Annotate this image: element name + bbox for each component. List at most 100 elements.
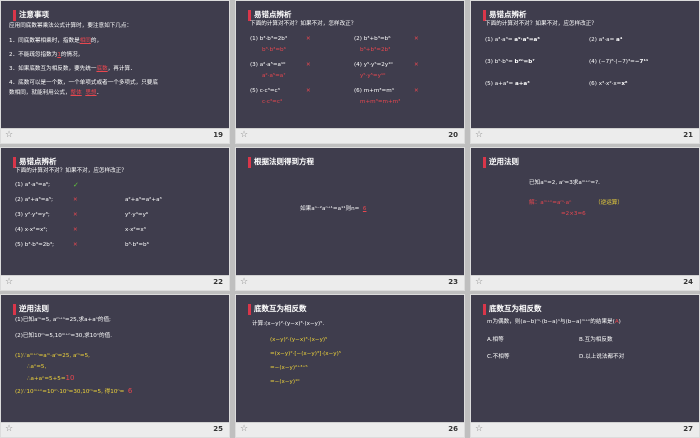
solution-note: （逆运算） xyxy=(595,200,623,206)
slide-thumbnail-27[interactable]: 底数互为相反数 m为偶数，则(a−b)ᵐ·(b−a)ⁿ与(b−a)ᵐ⁺ⁿ的结果是… xyxy=(470,294,700,438)
slide-thumbnail-20[interactable]: 易错点辨析 下面的计算对不对？如果不对，怎样改正？ (1) b³·b³=2b³ … xyxy=(235,0,465,144)
slide-text-line: 2．不能疏忽指数为1的情况， xyxy=(9,52,84,58)
option-b: B.互为相反数 xyxy=(579,337,613,343)
wrong-mark-icon: ✕ xyxy=(306,88,311,94)
slide-footer: ☆ 25 xyxy=(1,422,229,437)
wrong-mark-icon: ✕ xyxy=(414,36,419,42)
item-correction: c·c³=c⁴ xyxy=(262,99,283,105)
item-question: (1) b³·b³=2b³ xyxy=(250,36,288,42)
slide-number: 22 xyxy=(213,278,223,286)
wrong-mark-icon: ✕ xyxy=(73,227,78,233)
slide-thumbnail-26[interactable]: 底数互为相反数 计算:(x−y)²·(y−x)³·(x−y)⁵. (x−y)²·… xyxy=(235,294,465,438)
title-accent-bar xyxy=(248,304,251,315)
item-question: (3) a²·a⁵=a¹⁰ xyxy=(250,62,286,68)
item-correction: a²+a³=a²+a³ xyxy=(125,197,162,203)
solution-step: =−(x−y)²⁺³⁺⁵ xyxy=(270,365,308,371)
star-icon[interactable]: ☆ xyxy=(240,277,248,287)
problem-text: 计算:(x−y)²·(y−x)³·(x−y)⁵. xyxy=(252,321,325,327)
star-icon[interactable]: ☆ xyxy=(240,424,248,434)
slide-question: 下面的计算对不对？如果不对，怎样改正？ xyxy=(250,21,357,27)
item-question: (5) b³·b³=2b³; xyxy=(15,242,54,248)
item-question: (6) m+m³=m⁴ xyxy=(354,88,394,94)
slide-title: 逆用法则 xyxy=(19,304,49,313)
wrong-mark-icon: ✕ xyxy=(414,88,419,94)
slide-footer: ☆ 24 xyxy=(471,275,699,290)
slide-thumbnail-23[interactable]: 根据法则得到方程 如果aⁿ⁻²aⁿ⁺¹=a¹¹则n= 6 ☆ 23 xyxy=(235,147,465,291)
wrong-mark-icon: ✕ xyxy=(414,62,419,68)
item-correction: a²·a⁵=a⁷ xyxy=(262,73,286,79)
solution-step: =(x−y)²·[−(x−y)³]·(x−y)⁵ xyxy=(270,351,342,357)
star-icon[interactable]: ☆ xyxy=(240,130,248,140)
item-question: (6) x³·x²·x=x⁶ xyxy=(589,81,628,87)
slide-footer: ☆ 19 xyxy=(1,128,229,143)
item-question: (4) y⁵·y⁵=2y¹⁰ xyxy=(354,62,393,68)
slide-thumbnail-25[interactable]: 逆用法则 (1)已知aᵐ=5, aᵐ⁺ⁿ=25,求a+aⁿ的值; (2)已知10… xyxy=(0,294,230,438)
slide-text-line: 1．同底数幂相乘时，指数是相同的， xyxy=(9,38,103,44)
item-correction: y⁵·y⁵=y¹⁰ xyxy=(360,73,386,79)
slide-text-line: 3．如果底数互为相反数，要先统一底数，再计算． xyxy=(9,66,136,72)
slide-number: 25 xyxy=(213,425,223,433)
slide-number: 26 xyxy=(448,425,458,433)
title-accent-bar xyxy=(483,157,486,168)
wrong-mark-icon: ✕ xyxy=(306,62,311,68)
wrong-mark-icon: ✕ xyxy=(73,212,78,218)
item-question: (3) y²·y⁴=y⁸; xyxy=(15,212,50,218)
solution-step: (x−y)²·(y−x)³·(x−y)⁵ xyxy=(270,337,328,343)
slide-footer: ☆ 23 xyxy=(236,275,464,290)
slide-question: 下面的计算对不对？如果不对，应怎样改正？ xyxy=(485,21,597,27)
star-icon[interactable]: ☆ xyxy=(475,424,483,434)
slide-text-line: 4．底数可以是一个数，一个单项式或者一个多项式，只要底 xyxy=(9,80,158,86)
item-correction: b³·b³=b⁶ xyxy=(262,47,286,53)
title-accent-bar xyxy=(483,10,486,21)
item-question: (3) b⁵·b⁵= b²ⁿ=b⁷ xyxy=(485,59,535,65)
item-correction: b³·b³=b⁶ xyxy=(125,242,149,248)
problem-text: 已知aᵐ=2, aⁿ=3求aᵐ⁺ⁿ=?. xyxy=(529,180,600,186)
item-question: (4) x·x²=x²; xyxy=(15,227,48,233)
slide-number: 20 xyxy=(448,131,458,139)
item-question: (2) b³+b³=b⁶ xyxy=(354,36,391,42)
slide-title: 注意事项 xyxy=(19,10,49,19)
solution-line: ∴aⁿ=5, xyxy=(27,364,47,370)
star-icon[interactable]: ☆ xyxy=(5,424,13,434)
slide-grid: 注意事项 应用同底数幂乘法公式计算时，要注意如下几点： 1．同底数幂相乘时，指数… xyxy=(0,0,700,438)
wrong-mark-icon: ✕ xyxy=(73,197,78,203)
slide-footer: ☆ 20 xyxy=(236,128,464,143)
star-icon[interactable]: ☆ xyxy=(475,130,483,140)
star-icon[interactable]: ☆ xyxy=(5,130,13,140)
slide-text-line: 应用同底数幂乘法公式计算时，要注意如下几点： xyxy=(9,23,133,29)
solution-line: 解：aᵐ⁺ⁿ=aᵐ·aⁿ xyxy=(529,200,572,206)
item-question: (5) a+a³= a+a³ xyxy=(485,81,530,87)
slide-title: 易错点辨析 xyxy=(489,10,527,19)
option-a: A.相等 xyxy=(487,337,504,343)
slide-thumbnail-22[interactable]: 易错点辨析 下面的计算对不对？如果不对，应怎样改正？ (1) a³·a³=a⁶;… xyxy=(0,147,230,291)
slide-number: 21 xyxy=(683,131,693,139)
slide-footer: ☆ 22 xyxy=(1,275,229,290)
slide-number: 27 xyxy=(683,425,693,433)
slide-thumbnail-19[interactable]: 注意事项 应用同底数幂乘法公式计算时，要注意如下几点： 1．同底数幂相乘时，指数… xyxy=(0,0,230,144)
item-question: (5) c·c³=c³ xyxy=(250,88,280,94)
slide-question: 下面的计算对不对？如果不对，应怎样改正？ xyxy=(15,168,127,174)
wrong-mark-icon: ✕ xyxy=(73,242,78,248)
solution-line: (2)∵10ᵐ⁺ⁿ=10ᵐ·10ⁿ=30,10ᵐ=5, 得10ⁿ= 6 xyxy=(15,387,133,395)
slide-title: 逆用法则 xyxy=(489,157,519,166)
option-d: D.以上说法都不对 xyxy=(579,354,625,360)
slide-thumbnail-24[interactable]: 逆用法则 已知aᵐ=2, aⁿ=3求aᵐ⁺ⁿ=?. 解：aᵐ⁺ⁿ=aᵐ·aⁿ （… xyxy=(470,147,700,291)
slide-text-line: 数相同，就能利用公式，整体 思想． xyxy=(9,90,103,96)
item-correction: m+m³=m+m³ xyxy=(360,99,401,105)
title-accent-bar xyxy=(13,10,16,21)
slide-title: 底数互为相反数 xyxy=(489,304,542,313)
item-question: (2) a²+a³=a⁵; xyxy=(15,197,53,203)
slide-thumbnail-21[interactable]: 易错点辨析 下面的计算对不对？如果不对，应怎样改正？ (1) a³·a³= a⁹… xyxy=(470,0,700,144)
solution-line: (1)∵aᵐ⁺ⁿ=aᵐ·aⁿ=25, aᵐ=5, xyxy=(15,353,90,359)
slide-number: 23 xyxy=(448,278,458,286)
star-icon[interactable]: ☆ xyxy=(5,277,13,287)
problem-text: (2)已知10ᵐ=5,10ᵐ⁺ⁿ=30,求10ⁿ的值. xyxy=(15,333,113,339)
item-question: (4) (−7)⁸·(−7)³=−7¹¹ xyxy=(589,59,649,65)
item-question: (1) a³·a³= a⁹·a³=a⁶ xyxy=(485,37,540,43)
title-accent-bar xyxy=(248,10,251,21)
slide-number: 19 xyxy=(213,131,223,139)
slide-title: 根据法则得到方程 xyxy=(254,157,314,166)
slide-footer: ☆ 21 xyxy=(471,128,699,143)
solution-line: =2×3=6 xyxy=(561,211,586,217)
star-icon[interactable]: ☆ xyxy=(475,277,483,287)
